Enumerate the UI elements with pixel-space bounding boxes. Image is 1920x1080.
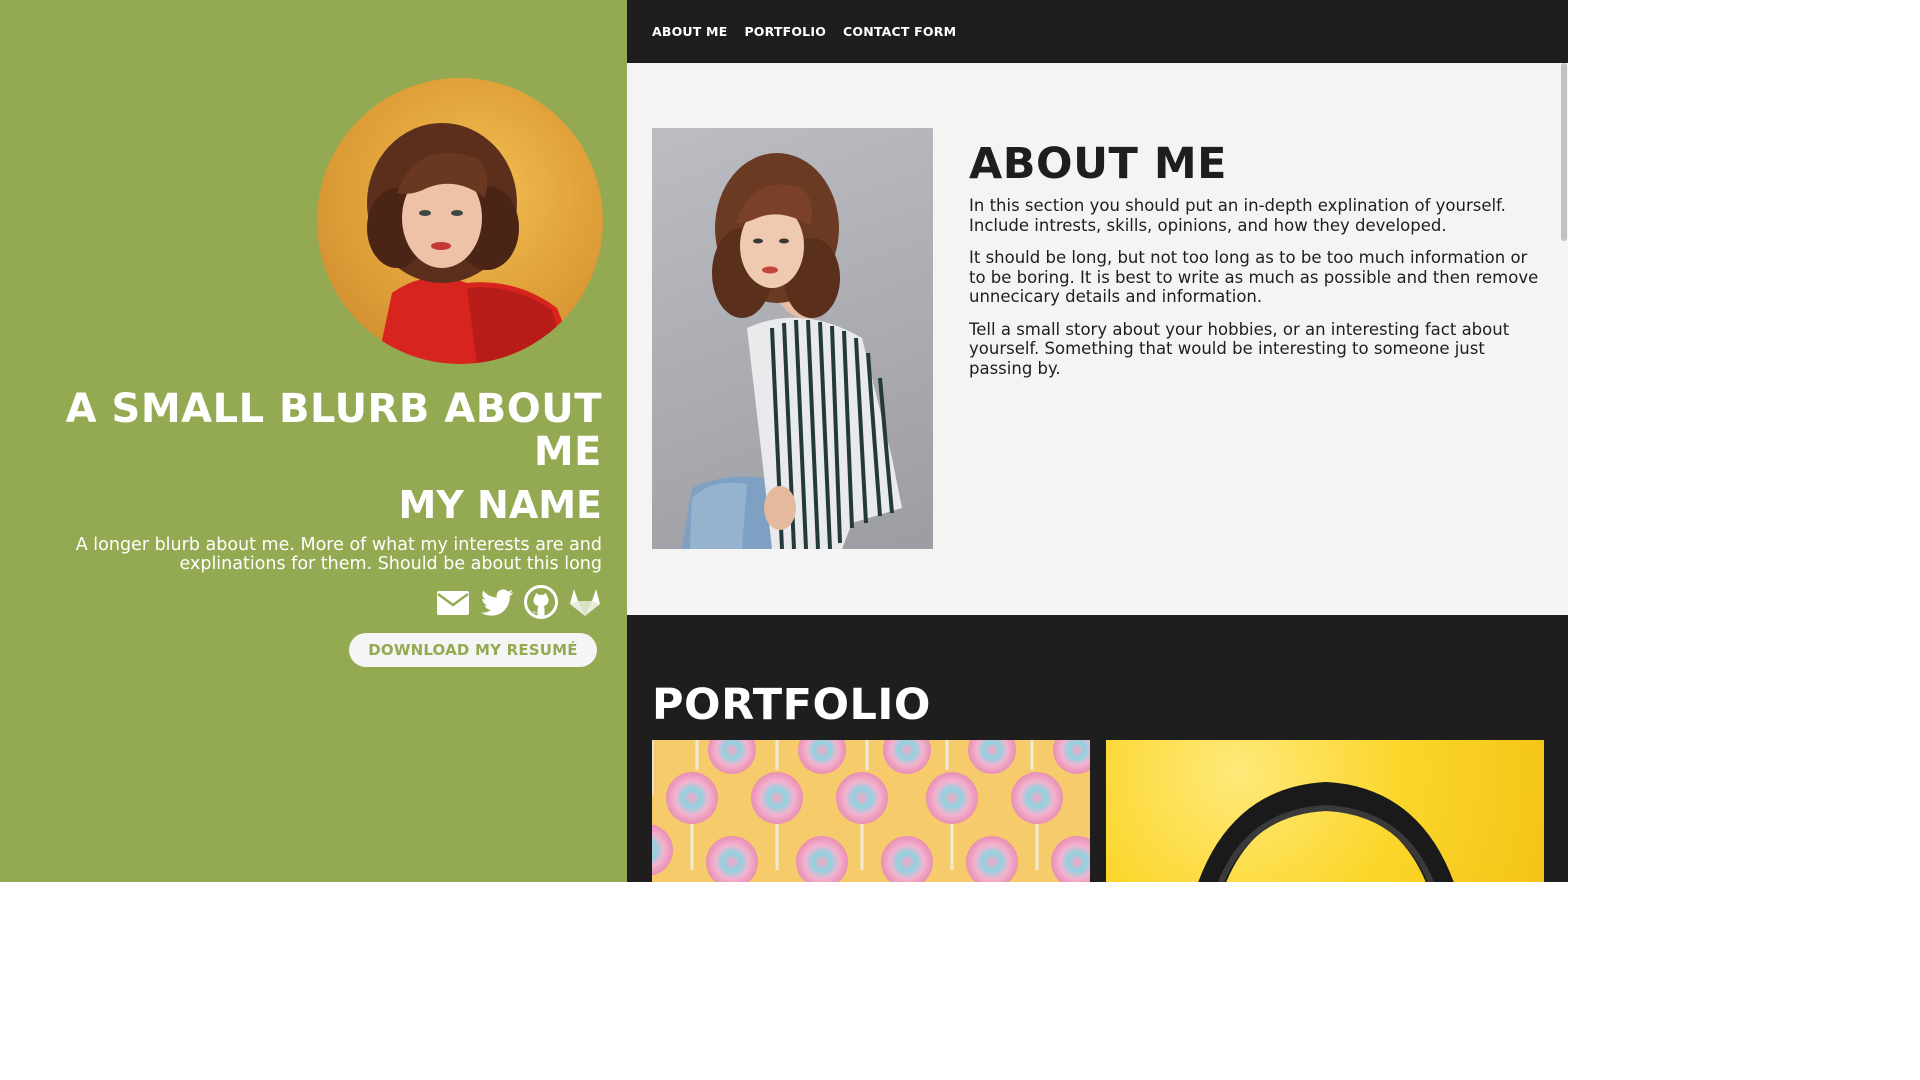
- nav-about-me[interactable]: ABOUT ME: [652, 24, 727, 39]
- download-resume-button[interactable]: DOWNLOAD MY RESUMÉ: [349, 633, 597, 667]
- github-icon[interactable]: [524, 585, 558, 619]
- top-nav: ABOUT ME PORTFOLIO CONTACT FORM: [627, 0, 1568, 63]
- about-paragraph: In this section you should put an in-dep…: [969, 196, 1506, 235]
- portfolio-item-lollipops[interactable]: [652, 740, 1090, 882]
- portfolio-section: PORTFOLIO: [627, 615, 1568, 882]
- scrollbar-thumb[interactable]: [1561, 63, 1567, 241]
- about-section: ABOUT ME In this section you should put …: [627, 63, 1568, 615]
- gitlab-icon[interactable]: [568, 585, 602, 619]
- page: A SMALL BLURB ABOUT ME MY NAME A longer …: [0, 0, 1568, 882]
- nav-portfolio[interactable]: PORTFOLIO: [744, 24, 826, 39]
- scrollbar[interactable]: [1559, 63, 1568, 615]
- about-paragraph: Tell a small story about your hobbies, o…: [969, 319, 1510, 378]
- profile-sidebar: A SMALL BLURB ABOUT ME MY NAME A longer …: [0, 0, 627, 882]
- about-text: ABOUT ME In this section you should put …: [969, 141, 1539, 391]
- about-title: ABOUT ME: [969, 139, 1227, 189]
- email-icon[interactable]: [436, 585, 470, 619]
- profile-name: MY NAME: [398, 483, 602, 527]
- nav-contact-form[interactable]: CONTACT FORM: [843, 24, 956, 39]
- blurb-long: A longer blurb about me. More of what my…: [75, 535, 602, 574]
- about-photo: [652, 128, 933, 549]
- about-paragraph: It should be long, but not too long as t…: [969, 248, 1539, 306]
- twitter-icon[interactable]: [480, 585, 514, 619]
- main-content: ABOUT ME PORTFOLIO CONTACT FORM ABOUT ME…: [627, 0, 1568, 882]
- profile-avatar: [317, 78, 603, 364]
- portfolio-item-headphones[interactable]: [1106, 740, 1544, 882]
- blurb-title: A SMALL BLURB ABOUT ME: [65, 386, 602, 475]
- social-links: [436, 585, 602, 619]
- portfolio-title: PORTFOLIO: [652, 680, 931, 730]
